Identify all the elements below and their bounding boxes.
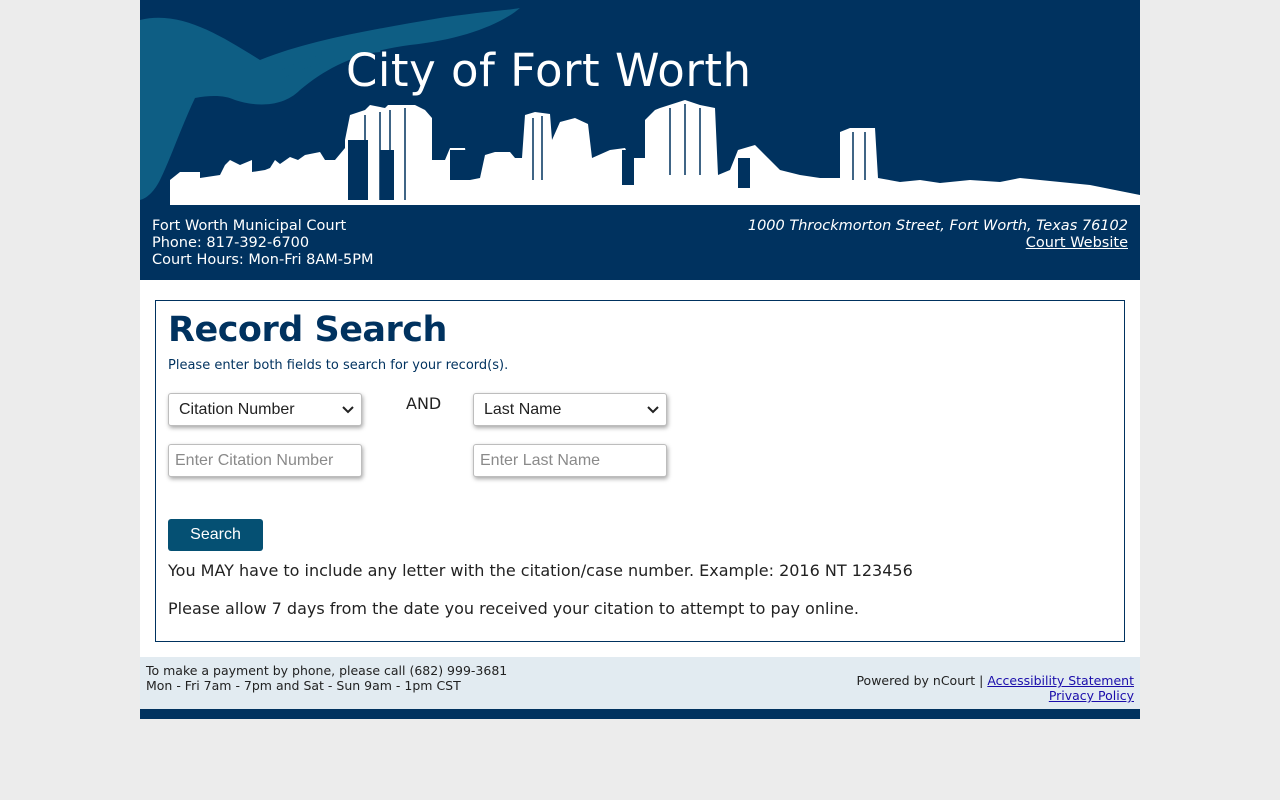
- court-phone: Phone: 817-392-6700: [152, 235, 310, 251]
- accessibility-statement-link[interactable]: Accessibility Statement: [987, 673, 1134, 688]
- court-info-bar: Fort Worth Municipal Court Phone: 817-39…: [140, 205, 1140, 280]
- citation-number-input[interactable]: Enter Citation Number: [168, 444, 362, 477]
- footer-links: Powered by nCourt | Accessibility Statem…: [856, 673, 1134, 703]
- court-address: 1000 Throckmorton Street, Fort Worth, Te…: [747, 218, 1128, 234]
- search-type-value-2: Last Name: [484, 401, 562, 418]
- page-title: Record Search: [168, 310, 447, 350]
- footer-payment-info: To make a payment by phone, please call …: [146, 663, 507, 693]
- court-location: 1000 Throckmorton Street, Fort Worth, Te…: [748, 218, 1128, 252]
- page-container: City of Fort Worth Fort Worth Municipal …: [140, 0, 1140, 719]
- footer-phone-line: To make a payment by phone, please call …: [146, 663, 508, 678]
- search-type-select-2[interactable]: Last Name: [473, 393, 667, 426]
- footer-divider-bar: [140, 709, 1140, 719]
- record-search-card: Record Search Please enter both fields t…: [155, 300, 1125, 642]
- court-website-link[interactable]: Court Website: [1026, 235, 1128, 251]
- court-contact: Fort Worth Municipal Court Phone: 817-39…: [152, 218, 373, 269]
- search-type-select-1[interactable]: Citation Number: [168, 393, 362, 426]
- skyline-silhouette: [140, 8, 1140, 205]
- last-name-placeholder: Enter Last Name: [480, 452, 601, 469]
- court-name: Fort Worth Municipal Court: [152, 218, 347, 234]
- main-content: Record Search Please enter both fields t…: [140, 280, 1140, 657]
- header-banner: City of Fort Worth: [140, 0, 1140, 205]
- last-name-input[interactable]: Enter Last Name: [473, 444, 667, 477]
- citation-letter-note: You MAY have to include any letter with …: [168, 561, 913, 580]
- processing-days-note: Please allow 7 days from the date you re…: [168, 599, 859, 618]
- footer: To make a payment by phone, please call …: [140, 657, 1140, 709]
- chevron-down-icon: [342, 406, 354, 414]
- search-button[interactable]: Search: [168, 519, 263, 551]
- citation-number-placeholder: Enter Citation Number: [175, 452, 334, 469]
- footer-hours-line: Mon - Fri 7am - 7pm and Sat - Sun 9am - …: [146, 678, 461, 693]
- search-hint: Please enter both fields to search for y…: [168, 358, 509, 373]
- search-type-value-1: Citation Number: [179, 401, 295, 418]
- privacy-policy-link[interactable]: Privacy Policy: [1049, 688, 1134, 703]
- powered-by-text: Powered by nCourt |: [856, 673, 984, 688]
- chevron-down-icon: [647, 406, 659, 414]
- court-hours: Court Hours: Mon-Fri 8AM-5PM: [152, 252, 374, 268]
- and-label: AND: [406, 394, 442, 413]
- site-title: City of Fort Worth: [346, 44, 752, 97]
